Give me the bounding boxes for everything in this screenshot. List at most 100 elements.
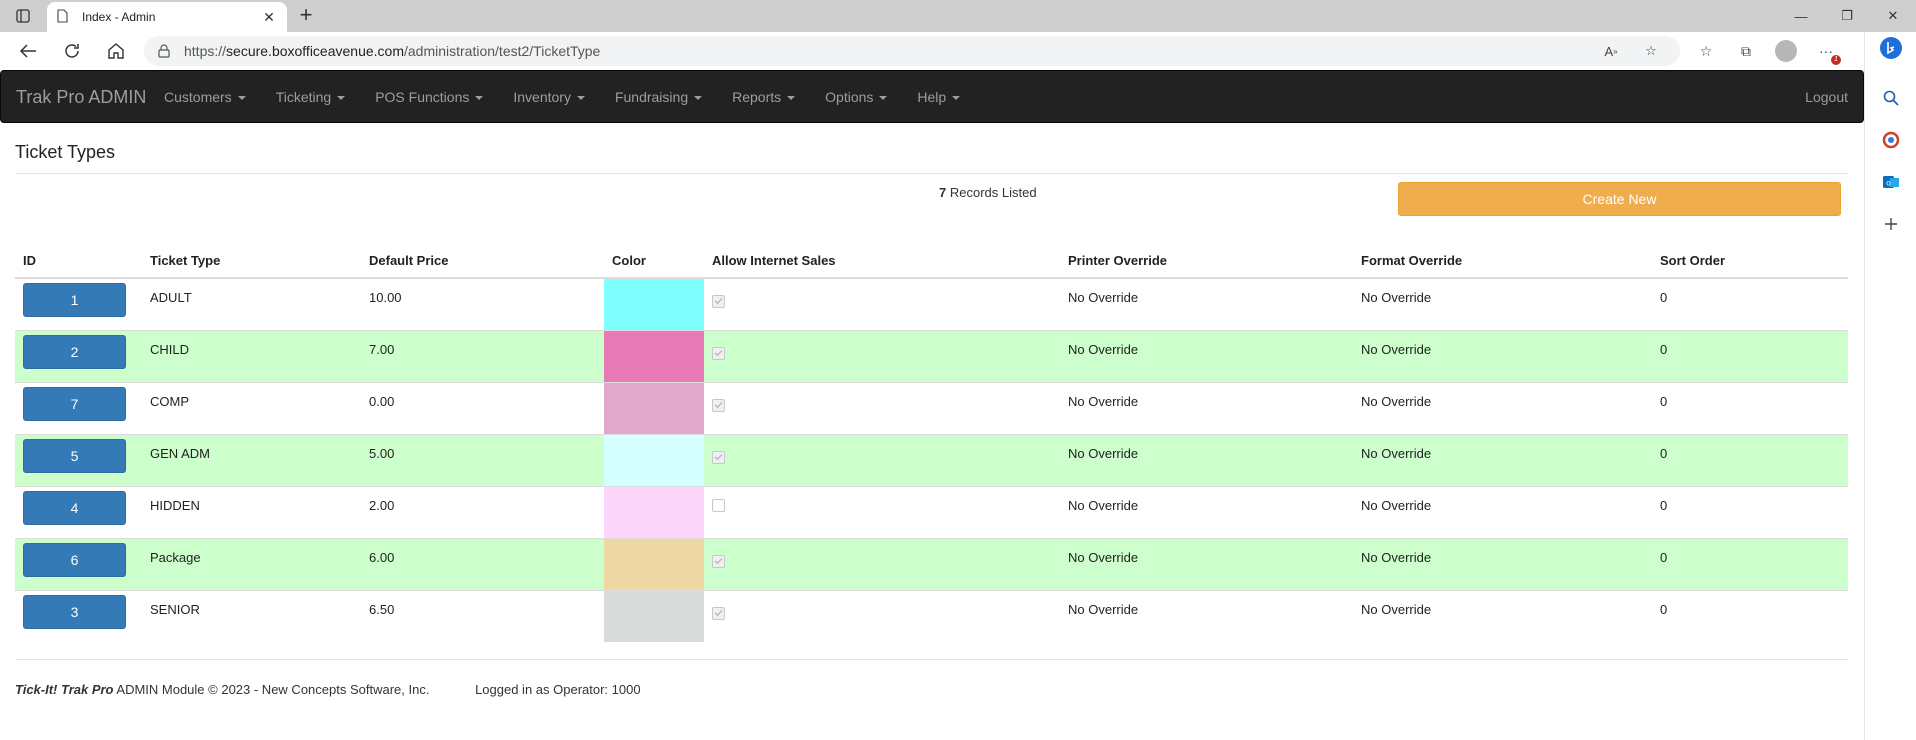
internet-sales-cell — [704, 382, 1060, 435]
caret-down-icon — [337, 96, 346, 101]
nav-customers[interactable]: Customers — [164, 89, 246, 105]
page-favicon-icon — [57, 8, 68, 26]
ticket-id-button[interactable]: 7 — [23, 387, 126, 421]
printer-override-cell: No Override — [1060, 434, 1353, 487]
add-sidebar-icon[interactable] — [1879, 212, 1903, 236]
profile-avatar-icon[interactable] — [1775, 40, 1797, 62]
allow-internet-sales-checkbox[interactable] — [712, 294, 725, 308]
back-icon[interactable] — [16, 40, 40, 62]
nav-help[interactable]: Help — [917, 89, 961, 105]
allow-internet-sales-checkbox[interactable] — [712, 398, 725, 412]
col-color: Color — [604, 244, 704, 279]
sort-order-cell: 0 — [1652, 486, 1848, 539]
internet-sales-cell — [704, 538, 1060, 591]
read-aloud-icon[interactable]: A» — [1602, 42, 1620, 60]
outlook-icon[interactable]: o — [1879, 170, 1903, 194]
allow-internet-sales-checkbox[interactable] — [712, 346, 725, 360]
ticket-id-button[interactable]: 3 — [23, 595, 126, 629]
caret-down-icon — [237, 96, 246, 101]
default-price-cell: 5.00 — [361, 434, 604, 487]
ticket-id-button[interactable]: 5 — [23, 439, 126, 473]
allow-internet-sales-checkbox[interactable] — [712, 554, 725, 568]
ticket-type-cell: HIDDEN — [142, 486, 361, 539]
create-new-button[interactable]: Create New — [1398, 182, 1841, 216]
format-override-cell: No Override — [1353, 486, 1652, 539]
browser-sidebar: o — [1864, 32, 1916, 740]
ticket-type-cell: GEN ADM — [142, 434, 361, 487]
col-allow-internet-sales: Allow Internet Sales — [704, 244, 1060, 279]
search-icon[interactable] — [1879, 86, 1903, 110]
caret-down-icon — [787, 96, 796, 101]
window-close-icon[interactable]: ✕ — [1870, 0, 1916, 32]
col-sort-order: Sort Order — [1652, 244, 1848, 279]
address-bar[interactable]: https://secure.boxofficeavenue.com/admin… — [144, 36, 1680, 66]
table-row: 3 SENIOR 6.50 No Override No Override 0 — [15, 590, 1848, 642]
caret-down-icon — [879, 96, 888, 101]
office-icon[interactable] — [1879, 128, 1903, 152]
caret-down-icon — [694, 96, 703, 101]
page-content: Trak Pro ADMIN Customers Ticketing POS F… — [0, 70, 1864, 740]
color-cell — [604, 538, 704, 591]
nav-reports[interactable]: Reports — [732, 89, 796, 105]
nav-options[interactable]: Options — [825, 89, 888, 105]
tab-actions-icon[interactable] — [12, 6, 34, 26]
refresh-icon[interactable] — [60, 40, 84, 62]
ticket-id-button[interactable]: 6 — [23, 543, 126, 577]
caret-down-icon — [952, 96, 961, 101]
logout-link[interactable]: Logout — [1805, 89, 1848, 105]
favorites-icon[interactable]: ☆ — [1695, 40, 1717, 62]
format-override-cell: No Override — [1353, 434, 1652, 487]
ticket-id-button[interactable]: 4 — [23, 491, 126, 525]
allow-internet-sales-checkbox[interactable] — [712, 606, 725, 620]
lock-icon[interactable] — [158, 44, 172, 58]
ticket-type-cell: CHILD — [142, 330, 361, 383]
ticket-id-button[interactable]: 2 — [23, 335, 126, 369]
browser-tabstrip: Index - Admin ✕ + — ❐ ✕ — [0, 0, 1916, 32]
restore-icon[interactable]: ❐ — [1824, 0, 1870, 32]
more-menu-icon[interactable]: ··· 1 — [1815, 40, 1841, 65]
collections-icon[interactable]: ⧉ — [1735, 40, 1757, 62]
browser-tab-active[interactable]: Index - Admin ✕ — [47, 2, 287, 32]
internet-sales-cell — [704, 434, 1060, 487]
url-host: secure.boxofficeavenue.com — [226, 43, 404, 59]
default-price-cell: 0.00 — [361, 382, 604, 435]
home-icon[interactable] — [104, 40, 128, 62]
url-scheme: https:// — [184, 43, 227, 59]
new-tab-button[interactable]: + — [294, 4, 318, 28]
col-format-override: Format Override — [1353, 244, 1652, 279]
color-cell — [604, 382, 704, 435]
nav-menu: Customers Ticketing POS Functions Invent… — [164, 89, 990, 105]
col-printer-override: Printer Override — [1060, 244, 1353, 279]
id-cell: 1 — [15, 277, 142, 331]
color-cell — [604, 486, 704, 539]
allow-internet-sales-checkbox[interactable] — [712, 499, 725, 512]
default-price-cell: 10.00 — [361, 277, 604, 331]
color-cell — [604, 590, 704, 642]
color-swatch — [604, 539, 704, 590]
bing-chat-icon[interactable] — [1879, 36, 1903, 60]
nav-pos-functions[interactable]: POS Functions — [375, 89, 484, 105]
navbar-brand[interactable]: Trak Pro ADMIN — [16, 87, 146, 108]
minimize-icon[interactable]: — — [1778, 0, 1824, 32]
ticket-type-cell: ADULT — [142, 277, 361, 331]
add-favorite-icon[interactable]: ☆ — [1642, 42, 1660, 60]
records-label: Records Listed — [946, 185, 1037, 200]
nav-inventory[interactable]: Inventory — [513, 89, 585, 105]
allow-internet-sales-checkbox[interactable] — [712, 450, 725, 464]
format-override-cell: No Override — [1353, 277, 1652, 331]
id-cell: 6 — [15, 538, 142, 591]
nav-fundraising[interactable]: Fundraising — [615, 89, 703, 105]
table-row: 5 GEN ADM 5.00 No Override No Override 0 — [15, 434, 1848, 487]
printer-override-cell: No Override — [1060, 590, 1353, 642]
nav-ticketing[interactable]: Ticketing — [276, 89, 346, 105]
sort-order-cell: 0 — [1652, 590, 1848, 642]
id-cell: 7 — [15, 382, 142, 435]
color-swatch — [604, 435, 704, 486]
printer-override-cell: No Override — [1060, 277, 1353, 331]
id-cell: 2 — [15, 330, 142, 383]
tab-close-icon[interactable]: ✕ — [261, 9, 277, 26]
ticket-id-button[interactable]: 1 — [23, 283, 126, 317]
default-price-cell: 2.00 — [361, 486, 604, 539]
table-row: 7 COMP 0.00 No Override No Override 0 — [15, 382, 1848, 435]
internet-sales-cell — [704, 486, 1060, 539]
